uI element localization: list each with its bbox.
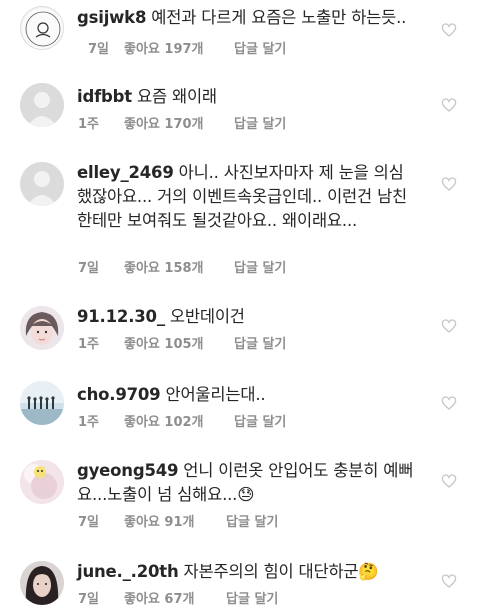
avatar-icon	[20, 381, 64, 425]
avatar[interactable]	[20, 6, 64, 50]
comment-username[interactable]: gyeong549	[77, 461, 178, 480]
comment-text: 91.12.30_ 오반데이건	[77, 305, 417, 329]
avatar-icon	[20, 306, 64, 350]
avatar[interactable]	[20, 381, 64, 425]
like-heart-icon[interactable]	[441, 395, 457, 411]
comment-username[interactable]: june._.20th	[77, 562, 179, 581]
reply-button[interactable]: 답글 달기	[234, 411, 286, 430]
likes-label: 좋아요	[124, 261, 160, 276]
comment-body: 요즘 왜이래	[136, 87, 217, 106]
like-heart-icon[interactable]	[441, 176, 457, 192]
like-heart-icon[interactable]	[441, 318, 457, 334]
comment-username[interactable]: cho.9709	[77, 385, 161, 404]
comment-text: elley_2469 아니.. 사진보자마자 제 눈을 의심했잖아요... 거의 …	[77, 161, 417, 233]
comment-time: 7일	[78, 592, 100, 607]
likes-label: 좋아요	[124, 117, 160, 132]
default-avatar-icon	[20, 83, 64, 127]
comment-username[interactable]: elley_2469	[77, 163, 174, 182]
likes-count[interactable]: 좋아요 170개	[124, 113, 204, 132]
likes-label: 좋아요	[124, 337, 160, 352]
likes-count[interactable]: 좋아요 91개	[124, 511, 194, 530]
likes-label: 좋아요	[124, 515, 160, 530]
avatar[interactable]	[20, 306, 64, 350]
default-avatar-icon	[20, 162, 64, 206]
likes-count[interactable]: 좋아요 105개	[124, 333, 204, 352]
like-heart-icon[interactable]	[441, 97, 457, 113]
avatar[interactable]	[20, 162, 64, 206]
likes-number: 158개	[164, 261, 204, 276]
comment-text: idfbbt 요즘 왜이래	[77, 85, 417, 109]
comment-text: gsijwk8 예전과 다르게 요즘은 노출만 하는듯..	[77, 6, 417, 30]
likes-number: 197개	[164, 42, 204, 57]
comment-body: 예전과 다르게 요즘은 노출만 하는듯..	[151, 8, 407, 27]
likes-label: 좋아요	[124, 592, 160, 607]
comment-time: 7일	[78, 261, 100, 276]
reply-button[interactable]: 답글 달기	[234, 38, 286, 57]
reply-button[interactable]: 답글 달기	[234, 333, 286, 352]
likes-number: 170개	[164, 117, 204, 132]
avatar[interactable]	[20, 83, 64, 127]
likes-count[interactable]: 좋아요 197개	[124, 38, 204, 57]
comment-time: 1주	[78, 337, 100, 352]
like-heart-icon[interactable]	[441, 573, 457, 589]
likes-number: 91개	[164, 515, 195, 530]
reply-button[interactable]: 답글 달기	[226, 588, 278, 607]
comment-username[interactable]: 91.12.30_	[77, 307, 165, 326]
like-heart-icon[interactable]	[441, 22, 457, 38]
likes-number: 67개	[164, 592, 195, 607]
likes-count[interactable]: 좋아요 67개	[124, 588, 194, 607]
avatar[interactable]	[20, 561, 64, 605]
reply-button[interactable]: 답글 달기	[234, 257, 286, 276]
comment-body: 자본주의의 힘이 대단하군🤔	[183, 562, 379, 581]
comment-username[interactable]: gsijwk8	[77, 8, 146, 27]
comment-time: 7일	[88, 42, 110, 57]
likes-label: 좋아요	[124, 42, 160, 57]
comment-time: 1주	[78, 117, 100, 132]
avatar-icon	[22, 8, 63, 49]
comment-time: 1주	[78, 415, 100, 430]
avatar-icon	[20, 561, 64, 605]
reply-button[interactable]: 답글 달기	[234, 113, 286, 132]
comment-body: 오반데이건	[169, 307, 245, 326]
likes-count[interactable]: 좋아요 102개	[124, 411, 204, 430]
likes-number: 105개	[164, 337, 204, 352]
comment-username[interactable]: idfbbt	[77, 87, 132, 106]
likes-number: 102개	[164, 415, 204, 430]
avatar-icon	[20, 460, 64, 504]
comment-text: cho.9709 안어울리는대..	[77, 383, 417, 407]
avatar[interactable]	[20, 460, 64, 504]
comment-time: 7일	[78, 515, 100, 530]
likes-label: 좋아요	[124, 415, 160, 430]
reply-button[interactable]: 답글 달기	[226, 511, 278, 530]
like-heart-icon[interactable]	[441, 473, 457, 489]
comment-text: gyeong549 언니 이런옷 안입어도 충분히 예뻐요...노출이 넘 심해요…	[77, 459, 417, 507]
comment-body: 안어울리는대..	[165, 385, 266, 404]
likes-count[interactable]: 좋아요 158개	[124, 257, 204, 276]
comment-text: june._.20th 자본주의의 힘이 대단하군🤔	[77, 560, 417, 584]
